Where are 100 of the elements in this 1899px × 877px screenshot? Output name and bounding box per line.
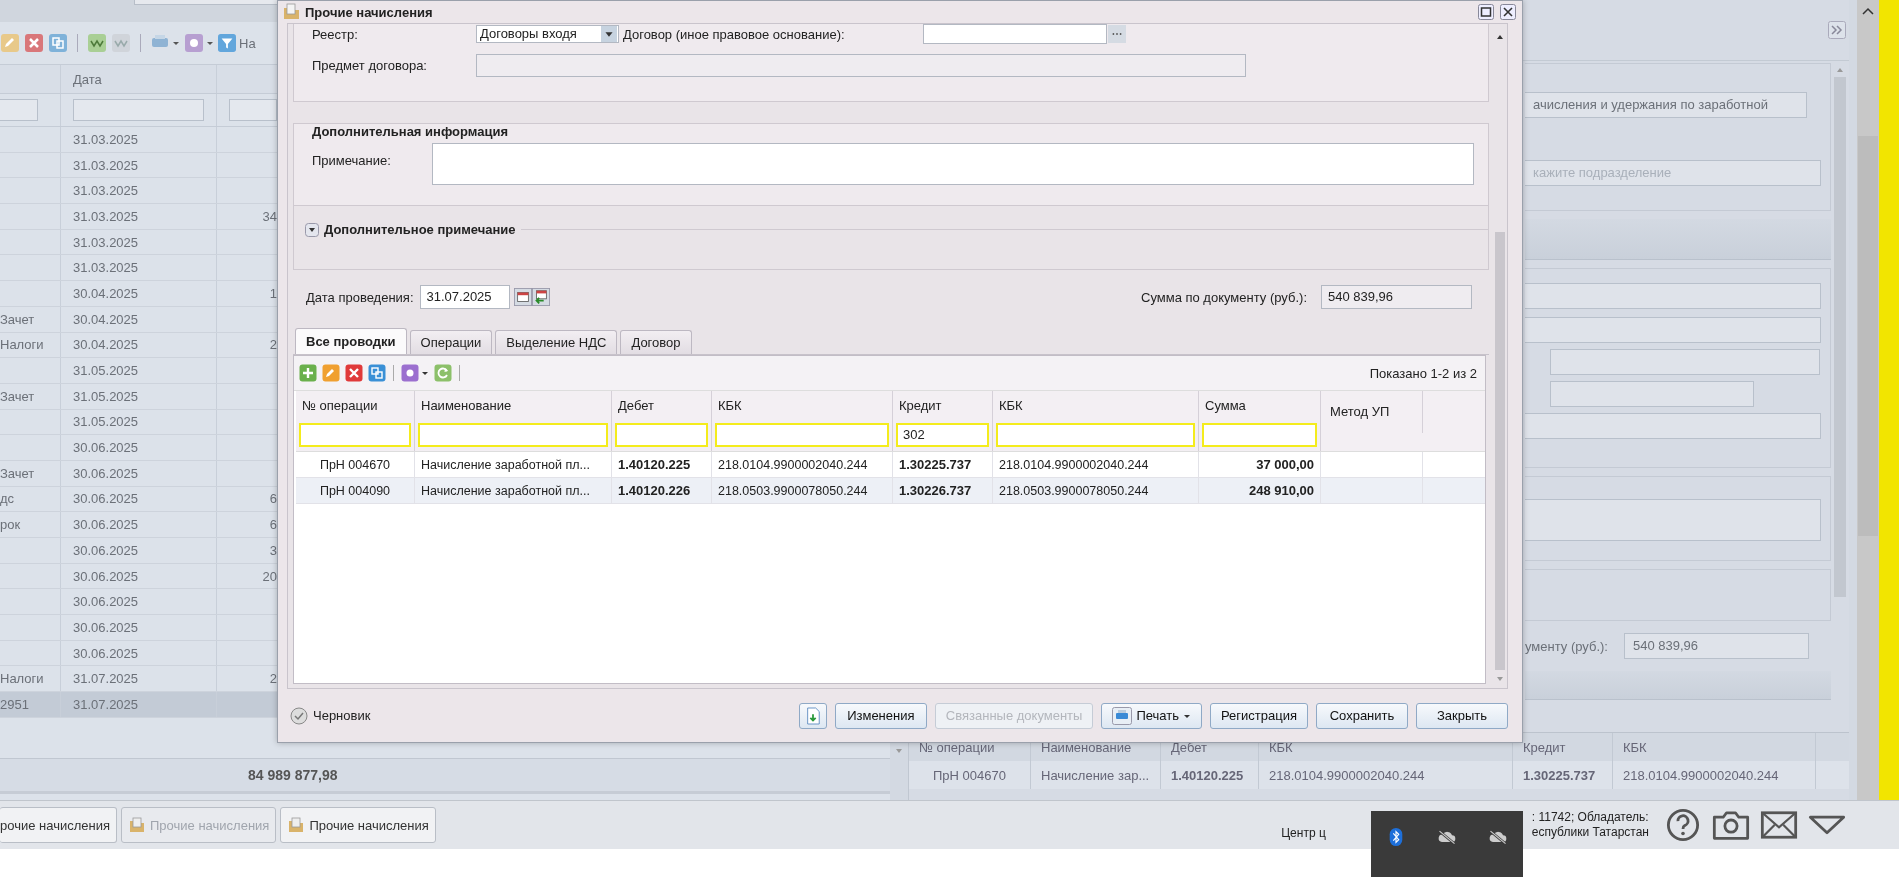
close-icon[interactable] [1500,4,1516,20]
table-cell: 248 910,00 [1248,483,1314,498]
filter-field[interactable] [73,99,204,121]
table-cell: 3 [269,542,277,558]
table-cell: 31.03.2025 [73,183,139,199]
table-cell: 31.03.2025 [73,157,139,173]
table-cell: 30.04.2025 [73,311,139,327]
delete-icon[interactable] [24,33,44,53]
table-cell: Зачет [0,388,35,404]
action-button[interactable]: Закрыть [1416,702,1508,729]
expand-icon[interactable] [1828,21,1846,39]
total-amount: 84 989 877,98 [248,767,338,783]
table-cell: 20 [262,568,277,584]
input-field[interactable] [1525,317,1821,343]
filter-field[interactable]: 302 [896,423,989,447]
scrollbar-thumb[interactable] [1858,136,1878,536]
table-cell: ПрН 004090 [319,483,391,498]
tab[interactable]: Выделение НДС [495,330,618,354]
column-header[interactable]: Кредит [1523,739,1566,755]
table-cell: 218.0104.9900002040.244 [1623,767,1779,783]
table-cell: 31.03.2025 [73,234,139,250]
tab[interactable]: Договор [620,330,692,354]
date-field[interactable]: 31.07.2025 [419,285,510,309]
input-field[interactable] [1525,413,1821,439]
input-field[interactable] [1550,349,1820,375]
table-cell: 1.40120.225 [618,457,691,472]
column-header[interactable]: КБК [996,398,1195,413]
maximize-icon[interactable] [1478,4,1494,20]
column-header[interactable]: Наименование [1041,739,1132,755]
column-header[interactable]: Дебет [615,398,708,413]
copy-icon[interactable] [368,364,386,382]
table-cell: 30.06.2025 [73,594,139,610]
table-cell: 218.0104.9900002040.244 [718,457,868,472]
ellipsis-icon[interactable] [1107,25,1127,43]
filter-button[interactable]: На [218,34,256,52]
pencil-icon[interactable] [0,33,20,53]
cloud-off-icon[interactable] [1487,828,1508,846]
column-header[interactable]: Наименование [418,398,608,413]
owner-text: еспублики Татарстан [1531,825,1649,840]
field-label: ументу (руб.): [1525,638,1608,654]
scroll-up-icon[interactable] [1861,6,1875,16]
table-cell: 30.06.2025 [73,619,139,635]
column-header[interactable]: № операции [919,739,995,755]
cloud-off-icon[interactable] [1437,828,1457,846]
table-cell: Зачет [0,311,35,327]
filter-field[interactable] [229,99,277,121]
action-button[interactable]: Печать [1101,702,1202,729]
pencil-icon[interactable] [322,364,340,382]
owner-text: : 11742; Обладатель: [1531,810,1649,825]
window-tab[interactable]: Прочие начисления [280,807,436,843]
filter-field[interactable] [0,99,38,121]
delete-icon[interactable] [345,364,363,382]
scrollbar-thumb[interactable] [1495,232,1505,670]
sum-field[interactable]: 540 839,96 [1321,285,1472,309]
note-field[interactable] [432,143,1474,185]
input-field[interactable] [1525,283,1821,309]
table-cell: 30.06.2025 [73,491,139,507]
signature-icon[interactable] [111,33,131,53]
table-cell: 31.07.2025 [73,671,139,687]
signature-icon[interactable] [87,33,107,53]
status-text: Черновик [313,708,371,723]
sum-field[interactable]: 540 839,96 [1624,633,1809,659]
calendar-icon[interactable] [513,286,532,308]
section-title[interactable]: Дополнительное примечание [324,222,516,237]
add-icon[interactable] [299,364,317,382]
table-cell: 6 [269,491,277,507]
tab[interactable]: Все проводки [295,328,407,354]
column-header[interactable]: Дебет [1171,739,1207,755]
input-field[interactable] [1550,381,1754,407]
copy-icon[interactable] [48,33,68,53]
tab[interactable]: Операции [409,330,493,354]
action-button[interactable]: Регистрация [1210,702,1308,729]
refresh-icon[interactable] [434,364,452,382]
table-cell: 218.0104.9900002040.244 [999,457,1149,472]
table-cell: 2 [269,671,277,687]
column-header[interactable]: КБК [1623,739,1647,755]
column-header[interactable]: КБК [1269,739,1293,755]
column-header[interactable]: КБК [715,398,889,413]
column-header[interactable]: Дата [73,71,102,87]
column-header[interactable]: Кредит [896,398,989,413]
table-cell: рок [0,517,21,533]
table-cell: ПрН 004670 [319,457,391,472]
type-field[interactable]: ачисления и удержания по заработной [1525,92,1807,118]
registry-dropdown[interactable]: Договоры входя [476,25,619,43]
expand-toggle-icon[interactable] [305,222,319,237]
table-cell: 37 000,00 [1256,457,1314,472]
window-tab[interactable]: рочие начисления [0,807,117,843]
column-header[interactable]: Метод УП [1327,404,1419,419]
action-button[interactable]: Изменения [834,702,927,729]
subject-field[interactable] [476,53,1246,77]
contract-field[interactable] [923,24,1107,44]
action-button[interactable]: Сохранить [1316,702,1408,729]
document-download-button[interactable] [798,702,827,729]
field-label: Предмет договора: [312,57,428,73]
input-field[interactable] [1525,499,1821,541]
column-header[interactable]: № операции [299,398,411,413]
table-cell: 30.04.2025 [73,285,139,301]
column-header[interactable]: Сумма [1202,398,1317,413]
table-cell: 30.06.2025 [73,568,139,584]
status-text: Центр ц [1281,826,1326,840]
